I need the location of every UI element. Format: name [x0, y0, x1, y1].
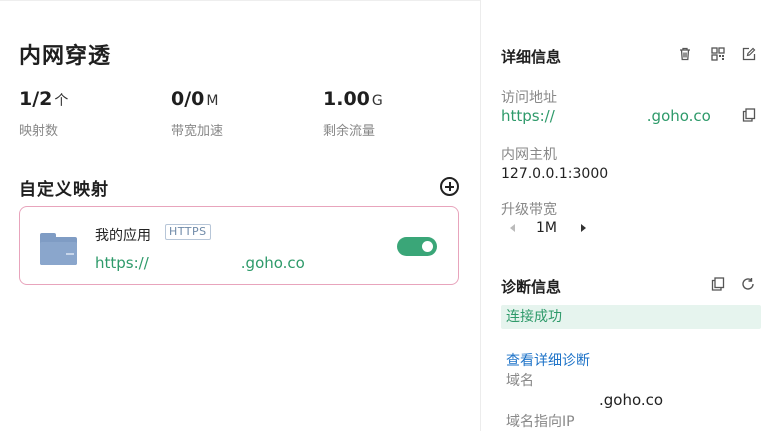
- section-title-custom-mapping: 自定义映射: [19, 180, 109, 200]
- stat-bandwidth: 0/0 M 带宽加速: [171, 88, 223, 139]
- access-url-label: 访问地址: [501, 90, 557, 106]
- upgrade-bandwidth-label: 升级带宽: [501, 202, 557, 218]
- url-suffix: .goho.co: [240, 254, 305, 272]
- domain-ip-label: 域名指向IP: [506, 414, 575, 430]
- stat-mappings: 1/2 个 映射数: [19, 88, 69, 139]
- add-mapping-icon[interactable]: [440, 177, 459, 196]
- stat-value: 0/0: [171, 88, 205, 110]
- edit-icon[interactable]: [742, 47, 756, 61]
- local-host-label: 内网主机: [501, 147, 557, 163]
- url-prefix: https://: [501, 107, 555, 125]
- mapping-url[interactable]: https:// .goho.co: [95, 254, 305, 272]
- stat-label: 带宽加速: [171, 124, 224, 139]
- domain-value: .goho.co: [599, 391, 664, 409]
- stat-unit: 个: [54, 93, 69, 109]
- stat-traffic: 1.00 G 剩余流量: [323, 88, 383, 139]
- refresh-icon[interactable]: [741, 277, 755, 291]
- delete-icon[interactable]: [678, 47, 692, 61]
- details-title: 详细信息: [501, 48, 562, 66]
- increase-arrow-icon[interactable]: [581, 224, 586, 232]
- stat-unit: M: [206, 93, 219, 109]
- folder-icon: [40, 233, 77, 265]
- bandwidth-value: 1M: [536, 220, 557, 236]
- domain-label: 域名: [506, 373, 534, 389]
- stat-value: 1/2: [19, 88, 53, 110]
- bandwidth-stepper[interactable]: 1M: [501, 220, 601, 238]
- protocol-badge: HTTPS: [165, 224, 211, 240]
- mapping-enable-toggle[interactable]: [397, 237, 437, 256]
- access-url[interactable]: https:// .goho.co: [501, 107, 711, 125]
- qrcode-icon[interactable]: [711, 47, 725, 61]
- stat-unit: G: [371, 93, 383, 109]
- diagnosis-title: 诊断信息: [501, 278, 562, 296]
- toggle-knob: [422, 241, 433, 252]
- stat-value: 1.00: [323, 88, 370, 110]
- stat-label: 剩余流量: [323, 124, 376, 139]
- url-prefix: https://: [95, 254, 149, 272]
- view-diagnosis-link[interactable]: 查看详细诊断: [506, 350, 590, 370]
- url-suffix: .goho.co: [646, 107, 711, 125]
- stat-label: 映射数: [19, 124, 59, 139]
- page-title: 内网穿透: [19, 44, 112, 69]
- mapping-name: 我的应用: [95, 228, 151, 244]
- copy-diagnosis-icon[interactable]: [711, 277, 725, 291]
- decrease-arrow-icon[interactable]: [510, 224, 515, 232]
- mapping-card[interactable]: 我的应用 HTTPS https:// .goho.co: [19, 206, 459, 285]
- local-host-value: 127.0.0.1:3000: [501, 166, 609, 182]
- copy-icon[interactable]: [742, 108, 756, 122]
- connection-status: 连接成功: [501, 305, 761, 329]
- tunnel-panel: 内网穿透 1/2 个 映射数 0/0 M 带宽加速 1.00 G 剩余流量 自定义映射…: [0, 0, 480, 431]
- detail-panel: 详细信息 访问地址 https:// .goho.co 内网主机 127.0.0.…: [480, 0, 769, 431]
